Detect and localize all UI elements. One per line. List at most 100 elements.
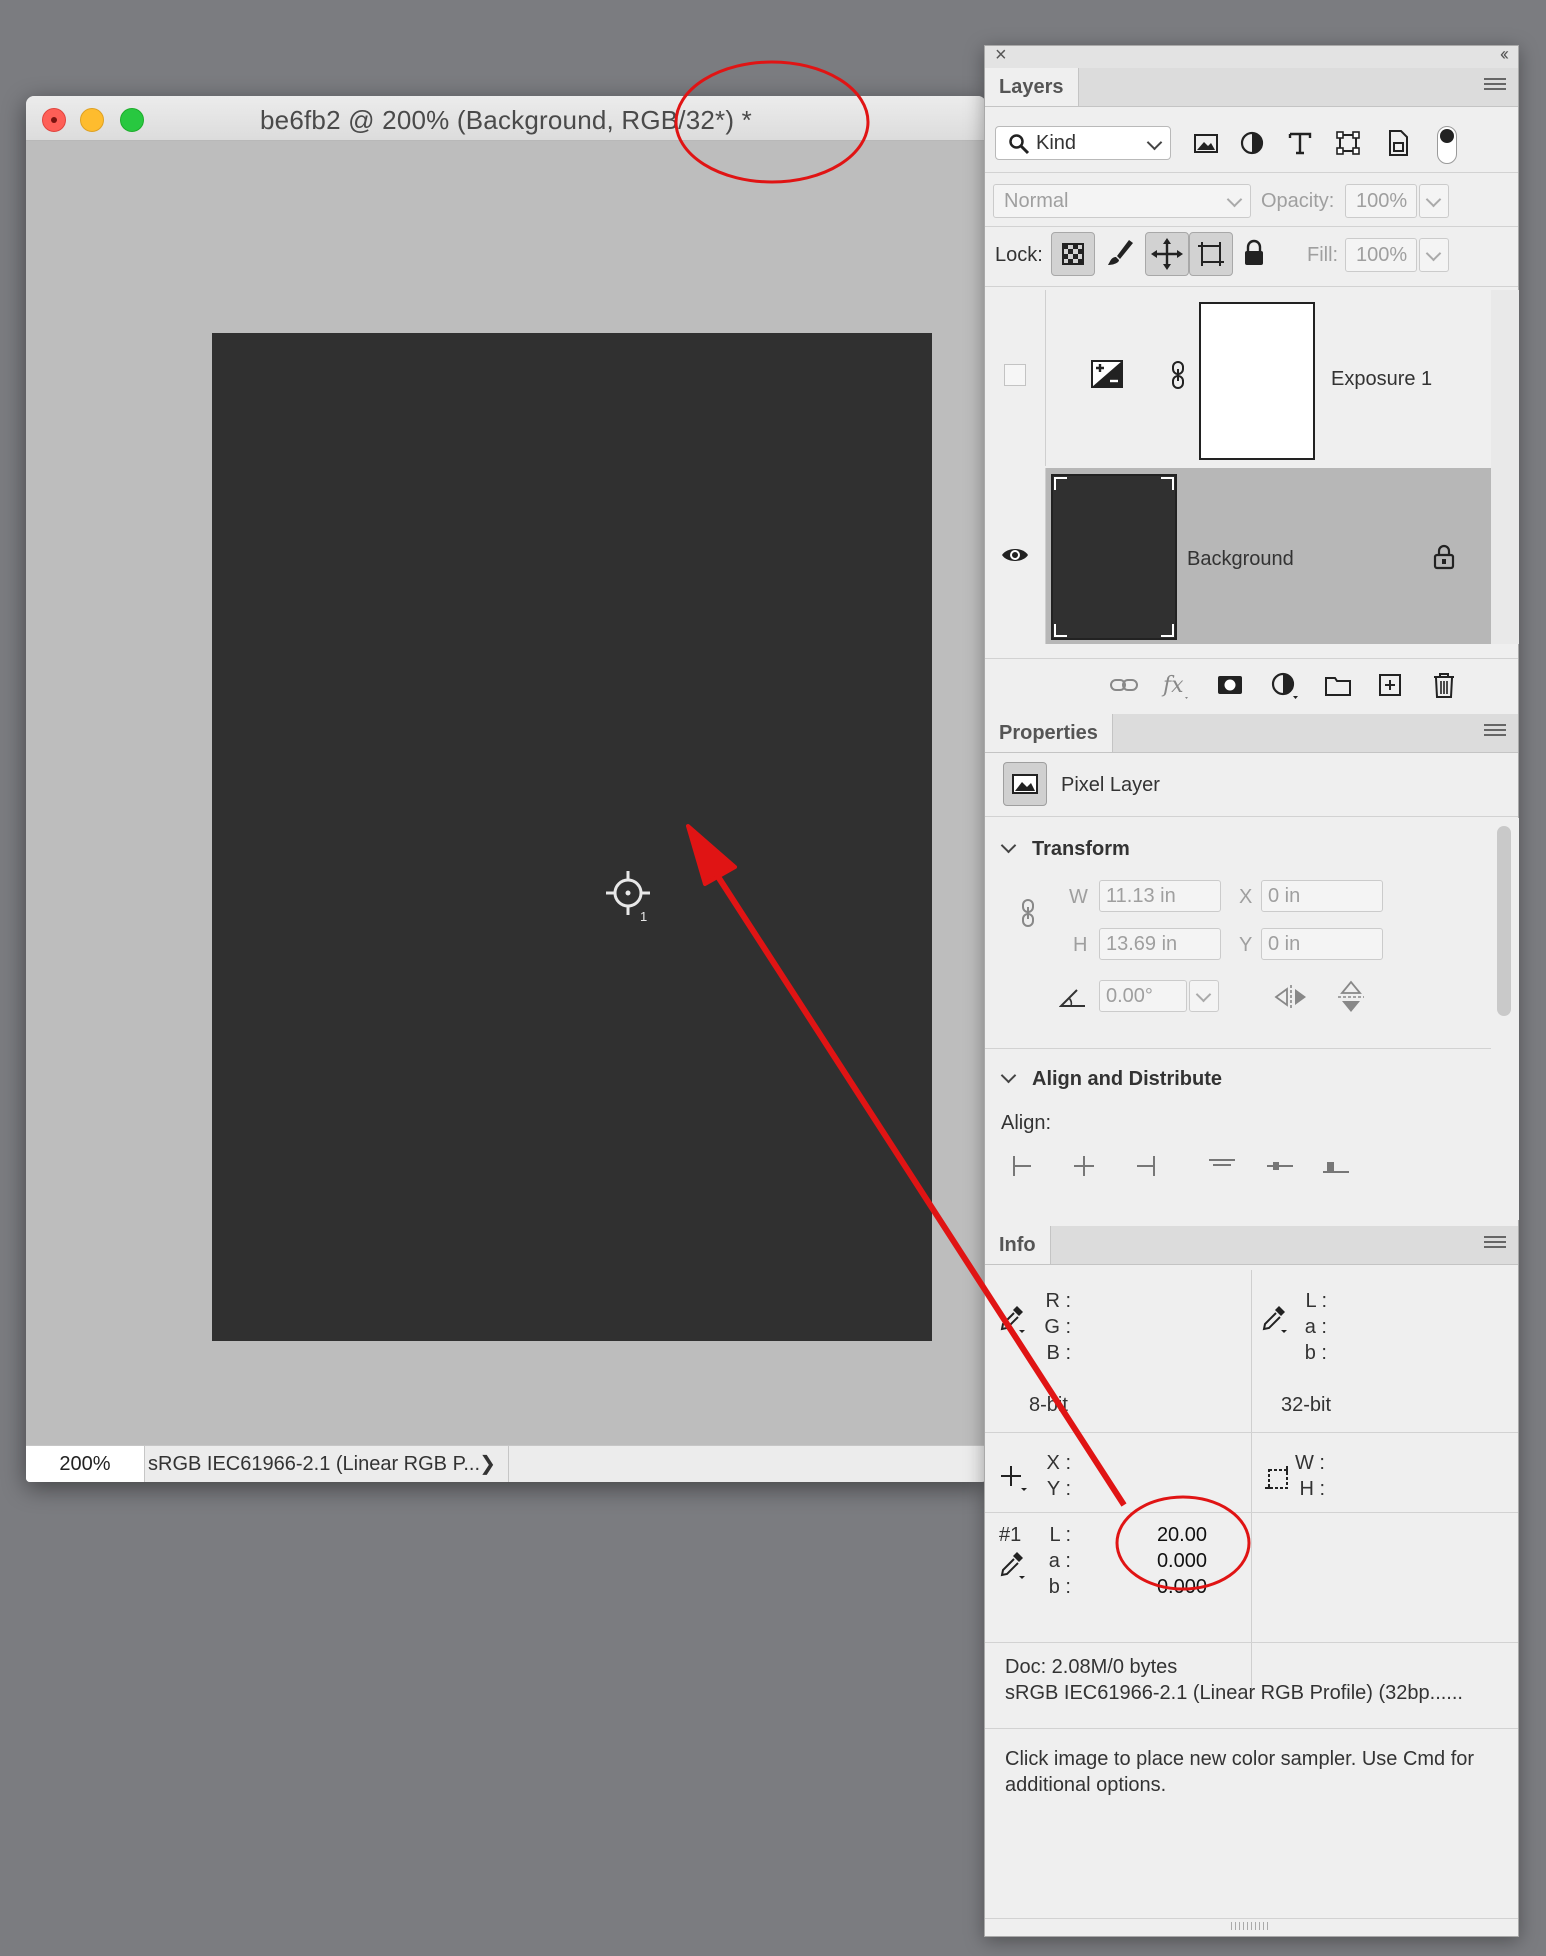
divider xyxy=(1251,1270,1252,1690)
close-icon[interactable]: × xyxy=(995,44,1007,67)
pixel-layer-icon xyxy=(1003,762,1047,806)
lock-position-button[interactable] xyxy=(1145,232,1189,276)
fill-field[interactable]: 100% xyxy=(1345,238,1417,272)
properties-scrollbar-thumb[interactable] xyxy=(1497,826,1511,1016)
folder-icon[interactable] xyxy=(1323,670,1353,700)
angle-dropdown-button[interactable] xyxy=(1189,980,1219,1012)
divider xyxy=(985,816,1518,817)
info-l-label: L : xyxy=(1305,1290,1328,1312)
align-left-edges-icon[interactable] xyxy=(1011,1156,1041,1176)
trash-icon[interactable] xyxy=(1429,670,1459,700)
divider xyxy=(985,658,1518,659)
layer-row-exposure-1[interactable]: Exposure 1 xyxy=(985,290,1491,466)
artboard-icon xyxy=(1198,242,1224,266)
layer-thumbnail[interactable] xyxy=(1051,474,1177,640)
flip-horizontal-icon[interactable] xyxy=(1273,984,1309,1010)
angle-field[interactable]: 0.00° xyxy=(1099,980,1187,1012)
lock-all-button[interactable] xyxy=(1233,232,1277,276)
align-bottom-edges-icon[interactable] xyxy=(1321,1156,1351,1176)
panel-menu-icon[interactable] xyxy=(1484,724,1506,740)
eyedropper-icon[interactable] xyxy=(1261,1304,1287,1334)
document-profile-readout[interactable]: sRGB IEC61966-2.1 (Linear RGB P... ❯ xyxy=(148,1446,509,1482)
move-icon xyxy=(1151,238,1183,270)
link-layers-icon[interactable] xyxy=(1109,670,1139,700)
opacity-dropdown-button[interactable] xyxy=(1419,184,1449,218)
blend-mode-select[interactable]: Normal xyxy=(993,184,1251,218)
align-horizontal-centers-icon[interactable] xyxy=(1069,1156,1099,1176)
opacity-value: 100% xyxy=(1356,190,1408,212)
crosshair-icon[interactable] xyxy=(999,1464,1029,1494)
info-left-mode[interactable]: 8-bit xyxy=(1029,1394,1068,1417)
adjustment-layer-filter-icon[interactable] xyxy=(1235,126,1269,160)
layer-mask-thumbnail[interactable] xyxy=(1199,302,1315,460)
y-field[interactable]: 0 in xyxy=(1261,928,1383,960)
tab-layers[interactable]: Layers xyxy=(985,68,1079,106)
link-dimensions-icon[interactable] xyxy=(1019,898,1037,928)
chevron-down-icon xyxy=(1146,134,1163,151)
align-right-edges-icon[interactable] xyxy=(1127,1156,1157,1176)
collapse-panels-icon[interactable]: ‹‹ xyxy=(1500,44,1509,65)
info-w-label: W : xyxy=(1295,1452,1325,1474)
tab-info[interactable]: Info xyxy=(985,1226,1051,1264)
fill-dropdown-button[interactable] xyxy=(1419,238,1449,272)
section-title: Align and Distribute xyxy=(1032,1068,1222,1090)
new-adjustment-layer-icon[interactable] xyxy=(1269,670,1299,700)
layer-row-background[interactable]: Background xyxy=(985,468,1491,644)
layer-visibility-toggle[interactable] xyxy=(985,468,1046,644)
layer-name[interactable]: Exposure 1 xyxy=(1331,368,1432,391)
zoom-field[interactable]: 200% xyxy=(26,1446,145,1482)
layer-filter-toggle[interactable] xyxy=(1437,126,1457,164)
height-value: 13.69 in xyxy=(1106,933,1178,955)
height-field[interactable]: 13.69 in xyxy=(1099,928,1221,960)
layer-name[interactable]: Background xyxy=(1187,548,1294,571)
eyedropper-icon[interactable] xyxy=(999,1550,1025,1580)
document-title: be6fb2 @ 200% (Background, RGB/32*) * xyxy=(260,105,752,135)
align-vertical-centers-icon[interactable] xyxy=(1265,1156,1295,1176)
x-field[interactable]: 0 in xyxy=(1261,880,1383,912)
layer-kind-filter[interactable]: Kind xyxy=(995,126,1171,160)
color-sampler-marker-icon[interactable]: 1 xyxy=(604,869,660,929)
layers-scrollbar[interactable] xyxy=(1491,290,1519,644)
layer-visibility-toggle[interactable] xyxy=(985,290,1046,466)
new-layer-icon[interactable] xyxy=(1375,670,1405,700)
document-titlebar[interactable]: be6fb2 @ 200% (Background, RGB/32*) * xyxy=(26,96,986,141)
info-x-label: X : xyxy=(1046,1452,1071,1474)
sampler-l-label: L : xyxy=(1049,1524,1072,1546)
resize-grip[interactable] xyxy=(1231,1922,1271,1930)
divider xyxy=(985,1512,1518,1513)
info-right-mode[interactable]: 32-bit xyxy=(1281,1394,1331,1417)
prevent-auto-nesting-button[interactable] xyxy=(1189,232,1233,276)
type-layer-filter-icon[interactable] xyxy=(1283,126,1317,160)
tab-properties[interactable]: Properties xyxy=(985,714,1113,752)
lock-transparent-pixels-button[interactable] xyxy=(1051,232,1095,276)
mask-link-icon[interactable] xyxy=(1169,360,1187,390)
smart-object-filter-icon[interactable] xyxy=(1381,126,1415,160)
opacity-field[interactable]: 100% xyxy=(1345,184,1417,218)
sampler-b-value: 0.000 xyxy=(1156,1576,1207,1598)
transform-section-header[interactable]: Transform xyxy=(999,837,1130,861)
align-top-edges-icon[interactable] xyxy=(1207,1156,1237,1176)
chevron-down-icon xyxy=(1425,191,1442,208)
panel-dock-bar[interactable]: × ‹‹ xyxy=(985,44,1518,69)
panel-menu-icon[interactable] xyxy=(1484,1236,1506,1252)
y-value: 0 in xyxy=(1268,933,1301,955)
align-section-header[interactable]: Align and Distribute xyxy=(999,1067,1222,1091)
pixel-layer-filter-icon[interactable] xyxy=(1189,126,1223,160)
eyedropper-icon[interactable] xyxy=(999,1304,1025,1334)
flip-vertical-icon[interactable] xyxy=(1337,980,1365,1014)
document-statusbar: 200% sRGB IEC61966-2.1 (Linear RGB P... … xyxy=(26,1445,986,1482)
lock-image-pixels-button[interactable] xyxy=(1099,232,1143,276)
fx-icon[interactable]: fx xyxy=(1161,670,1191,700)
info-hint: Click image to place new color sampler. … xyxy=(1005,1748,1475,1796)
shape-layer-filter-icon[interactable] xyxy=(1331,126,1365,160)
sampler-b-label: b : xyxy=(1048,1576,1071,1598)
panel-menu-icon[interactable] xyxy=(1484,78,1506,94)
chevron-right-icon[interactable]: ❯ xyxy=(479,1446,496,1482)
info-b-lab-label: b : xyxy=(1304,1342,1327,1364)
add-mask-icon[interactable] xyxy=(1215,670,1245,700)
canvas-area[interactable]: 1 xyxy=(26,141,986,1446)
lock-icon xyxy=(1433,544,1455,570)
fill-label: Fill: xyxy=(1307,244,1339,266)
document-image[interactable] xyxy=(212,333,932,1341)
width-field[interactable]: 11.13 in xyxy=(1099,880,1221,912)
